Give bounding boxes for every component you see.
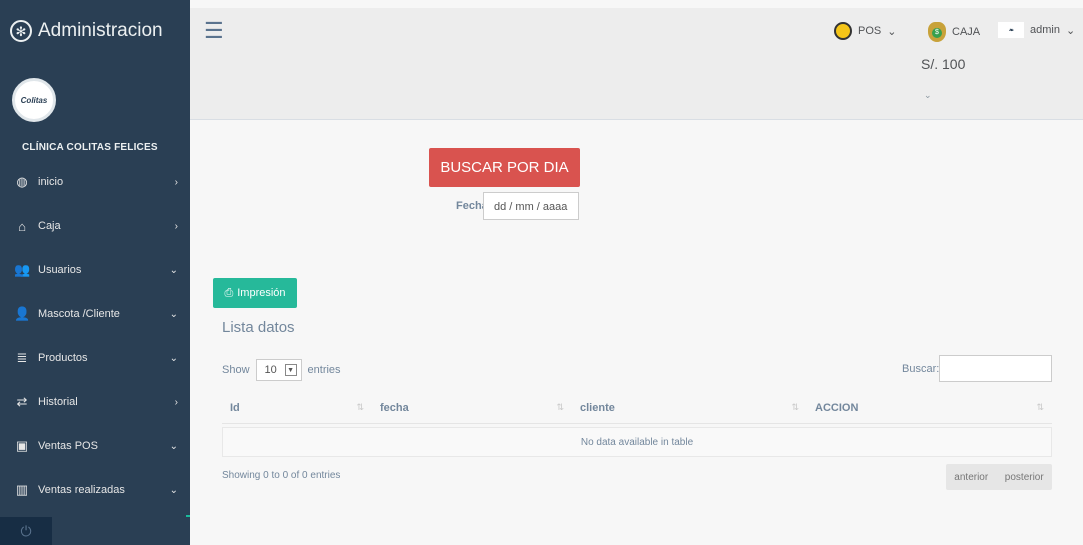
next-page-button[interactable]: posterior — [1005, 472, 1044, 483]
sidebar-item-label: Historial — [38, 396, 78, 408]
print-label: Impresión — [237, 287, 286, 299]
dashboard-icon: ◍ — [16, 174, 28, 189]
table-header: Id ⇅ fecha ⇅ cliente ⇅ ACCION ⇅ — [222, 392, 1052, 424]
caja-dropdown[interactable]: CAJA — [928, 22, 980, 42]
sidebar-item-label: Usuarios — [38, 264, 82, 276]
column-header-accion[interactable]: ACCION ⇅ — [807, 402, 1052, 414]
user-group-icon: 👤 — [14, 306, 31, 321]
chevron-down-icon: ⌄ — [1065, 24, 1076, 37]
brand-title: Administracion — [38, 20, 163, 41]
caja-label: CAJA — [952, 26, 981, 38]
clinic-logo: Colitas — [20, 95, 48, 105]
column-header-id[interactable]: Id ⇅ — [222, 402, 372, 414]
page-length-value: 10 — [264, 364, 277, 376]
sort-icon: ⇅ — [1036, 402, 1044, 412]
search-by-day-button[interactable]: BUSCAR POR DIA — [429, 148, 580, 187]
sidebar-menu: ◍ inicio › ⌂ Caja › 👥 Usuarios ⌄ 👤 Masco… — [0, 160, 190, 512]
sidebar-item-label: inicio — [38, 176, 64, 188]
sidebar-item-historial[interactable]: ⇄ Historial › — [0, 380, 190, 424]
bar-chart-icon: ▥ — [15, 482, 29, 497]
column-label: fecha — [380, 401, 409, 414]
search-label: Buscar: — [902, 363, 940, 375]
sidebar-item-label: Productos — [38, 352, 88, 364]
main-content: BUSCAR POR DIA Fecha dd / mm / aaaa ⎙ Im… — [190, 121, 1083, 545]
user-avatar: ❧ — [998, 22, 1024, 38]
page-length-select[interactable]: 10 ▼ — [255, 359, 302, 381]
sidebar-item-inicio[interactable]: ◍ inicio › — [0, 160, 190, 204]
column-label: cliente — [580, 401, 615, 414]
pos-dropdown[interactable]: POS ⌄ — [834, 22, 896, 40]
money-icon: ▣ — [15, 438, 29, 453]
user-dropdown[interactable]: ❧ admin ⌄ — [998, 22, 1075, 38]
chevron-down-icon: ⌄ — [887, 25, 897, 38]
show-label: Show — [222, 364, 250, 376]
chevron-down-icon: ⌄ — [169, 308, 178, 320]
sidebar-item-ventas-pos[interactable]: ▣ Ventas POS ⌄ — [0, 424, 190, 468]
data-table: Id ⇅ fecha ⇅ cliente ⇅ ACCION ⇅ No data … — [222, 392, 1052, 457]
bank-icon: ⌂ — [18, 218, 26, 234]
entries-label: entries — [307, 364, 341, 376]
exchange-icon: ⇄ — [16, 394, 28, 409]
clinic-name: CLÍNICA COLITAS FELICES — [22, 142, 158, 153]
chevron-down-icon: ⌄ — [169, 264, 178, 276]
column-header-fecha[interactable]: fecha ⇅ — [372, 402, 572, 414]
column-label: ACCION — [815, 401, 859, 414]
brand-link[interactable]: ✻ Administracion — [10, 20, 163, 42]
money-bag-icon — [928, 22, 946, 42]
sidebar-item-label: Ventas POS — [38, 440, 98, 452]
sidebar-item-caja[interactable]: ⌂ Caja › — [0, 204, 190, 248]
database-icon: ≣ — [16, 350, 28, 365]
date-input[interactable]: dd / mm / aaaa — [483, 192, 579, 220]
menu-toggle-icon[interactable]: ☰ — [204, 20, 224, 42]
table-info: Showing 0 to 0 of 0 entries — [222, 470, 341, 481]
chevron-down-icon: ⌄ — [169, 440, 178, 452]
sidebar: ✻ Administracion Colitas CLÍNICA COLITAS… — [0, 0, 190, 545]
chevron-right-icon: › — [174, 220, 178, 232]
column-header-cliente[interactable]: cliente ⇅ — [572, 402, 807, 414]
sidebar-item-label: Mascota /Cliente — [38, 308, 120, 320]
print-button[interactable]: ⎙ Impresión — [213, 278, 297, 308]
chevron-right-icon: › — [174, 396, 178, 408]
chevron-down-icon: ⌄ — [169, 484, 178, 496]
users-icon: 👥 — [14, 262, 31, 277]
table-row: No data available in table — [222, 427, 1052, 457]
sidebar-item-productos[interactable]: ≣ Productos ⌄ — [0, 336, 190, 380]
chevron-down-icon[interactable]: ⌄ — [924, 90, 932, 101]
avatar: Colitas — [12, 78, 56, 122]
logout-button[interactable]: ⏻ — [0, 517, 52, 545]
sidebar-item-ventas-realizadas[interactable]: ▥ Ventas realizadas ⌄ — [0, 468, 190, 512]
sidebar-item-usuarios[interactable]: 👥 Usuarios ⌄ — [0, 248, 190, 292]
chevron-down-icon: ▼ — [284, 364, 297, 376]
pos-icon — [834, 22, 852, 40]
sort-icon: ⇅ — [556, 402, 564, 412]
chevron-down-icon: ⌄ — [169, 352, 178, 364]
power-icon: ⏻ — [20, 522, 32, 539]
pagination: anterior posterior — [946, 464, 1052, 490]
sidebar-item-mascota-cliente[interactable]: 👤 Mascota /Cliente ⌄ — [0, 292, 190, 336]
pos-label: POS — [858, 25, 882, 37]
length-control: Show 10 ▼ entries — [222, 359, 341, 381]
top-nav: ☰ POS ⌄ CAJA S/. 100 ⌄ ❧ admin ⌄ — [190, 8, 1083, 120]
previous-page-button[interactable]: anterior — [954, 472, 988, 483]
user-name: admin — [1030, 24, 1060, 36]
sidebar-item-label: Caja — [38, 220, 61, 232]
caja-amount: S/. 100 — [921, 56, 966, 72]
sidebar-item-label: Ventas realizadas — [38, 484, 125, 496]
sort-icon: ⇅ — [791, 402, 799, 412]
sort-asc-icon: ⇅ — [356, 402, 364, 412]
list-title: Lista datos — [222, 319, 295, 336]
print-icon: ⎙ — [224, 286, 234, 299]
search-input[interactable] — [939, 355, 1052, 382]
gear-icon: ✻ — [10, 20, 32, 42]
column-label: Id — [230, 401, 240, 414]
chevron-right-icon: › — [174, 176, 178, 188]
